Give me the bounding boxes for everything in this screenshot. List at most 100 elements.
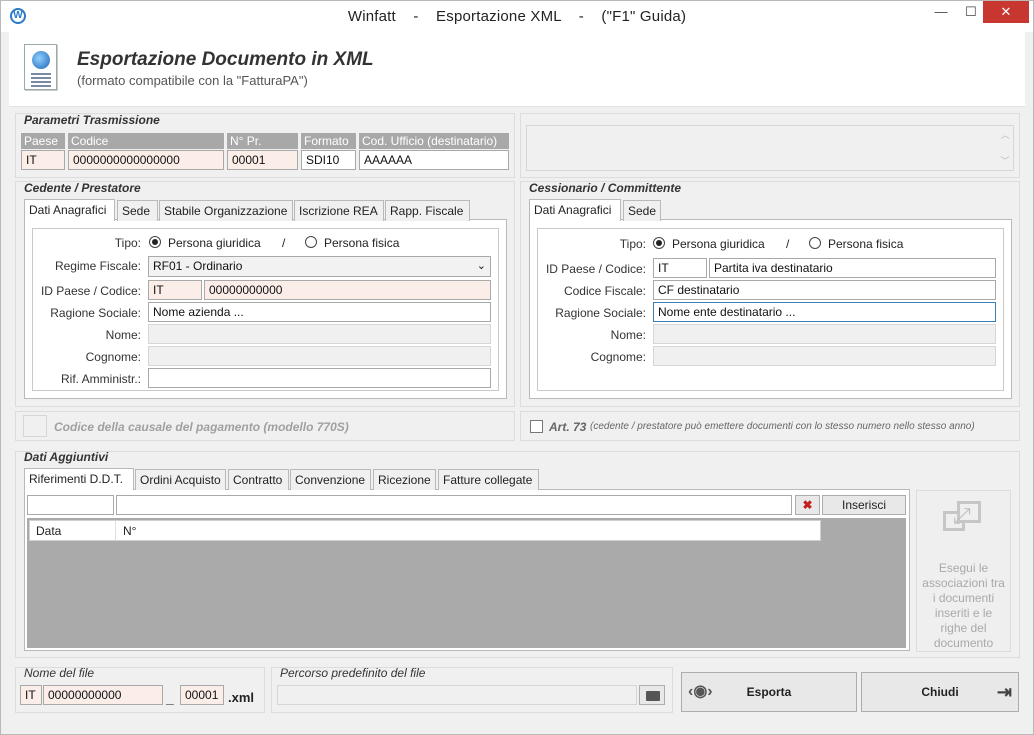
cessionario-fisica-radio[interactable] xyxy=(809,237,821,249)
tab-cessionario-dati-anagrafici[interactable]: Dati Anagrafici xyxy=(529,199,621,221)
cessionario-tipo-separator: / xyxy=(786,237,790,251)
file-extension: .xml xyxy=(228,690,255,705)
cessionario-cognome-field[interactable] xyxy=(653,346,996,366)
npr-field[interactable]: 00001 xyxy=(227,150,298,170)
ddt-numero-input[interactable] xyxy=(116,495,792,515)
esegui-associazioni-button[interactable]: ⤢ Esegui le associazioni tra i documenti… xyxy=(916,490,1011,652)
maximize-button[interactable]: ☐ xyxy=(956,1,986,23)
col-data: Data xyxy=(36,524,62,538)
close-button[interactable]: ✕ xyxy=(983,1,1029,23)
cessionario-id-paese-field[interactable]: IT xyxy=(653,258,707,278)
cedente-id-codice-field[interactable]: 00000000000 xyxy=(204,280,491,300)
tab-ricezione[interactable]: Ricezione xyxy=(373,469,436,490)
cessionario-nome-label: Nome: xyxy=(610,328,646,342)
cessionario-id-codice-field[interactable]: Partita iva destinatario xyxy=(709,258,996,278)
cedente-cognome-field[interactable] xyxy=(148,346,491,366)
cessionario-cognome-label: Cognome: xyxy=(590,350,646,364)
cedente-nome-field[interactable] xyxy=(148,324,491,344)
tab-convenzione[interactable]: Convenzione xyxy=(290,469,371,490)
file-codice-field[interactable]: 00000000000 xyxy=(43,685,163,705)
causale-label: Codice della causale del pagamento (mode… xyxy=(54,420,349,434)
cedente-cognome-label: Cognome: xyxy=(85,350,141,364)
page-title: Esportazione Documento in XML xyxy=(77,49,374,70)
file-progressivo-field[interactable]: 00001 xyxy=(180,685,224,705)
tab-ordini-acquisto[interactable]: Ordini Acquisto xyxy=(135,469,226,490)
tab-cedente-stabile-organizzazione[interactable]: Stabile Organizzazione xyxy=(159,200,293,221)
rif-amministr-field[interactable] xyxy=(148,368,491,388)
file-paese-field[interactable]: IT xyxy=(20,685,42,705)
ddt-grid-header xyxy=(29,520,821,541)
col-formato: Formato xyxy=(301,133,356,149)
aggiuntivi-section-title: Dati Aggiuntivi xyxy=(24,450,109,464)
esporta-button[interactable]: ‹◉› Esporta xyxy=(681,672,857,712)
exit-icon: ⇥ xyxy=(996,682,1012,702)
cessionario-giuridica-radio[interactable] xyxy=(653,237,665,249)
cessionario-nome-field[interactable] xyxy=(653,324,996,344)
codice-field[interactable]: 0000000000000000 xyxy=(68,150,224,170)
cedente-tipo-separator: / xyxy=(282,236,286,250)
regime-label: Regime Fiscale: xyxy=(54,259,141,273)
tab-cessionario-sede[interactable]: Sede xyxy=(623,200,661,221)
esporta-label: Esporta xyxy=(746,685,792,699)
formato-field[interactable]: SDI10 xyxy=(301,150,356,170)
cessionario-giuridica-label[interactable]: Persona giuridica xyxy=(672,237,765,251)
cedente-giuridica-radio[interactable] xyxy=(149,236,161,248)
cedente-ragione-label: Ragione Sociale: xyxy=(50,306,141,320)
cessionario-id-label: ID Paese / Codice: xyxy=(545,262,646,276)
ddt-data-input[interactable] xyxy=(27,495,114,515)
art73-label[interactable]: Art. 73 xyxy=(549,420,586,434)
file-separator: _ xyxy=(166,690,174,706)
tab-fatture-collegate[interactable]: Fatture collegate xyxy=(438,469,539,490)
ufficio-field[interactable]: AAAAAA xyxy=(359,150,509,170)
window-title: Winfatt - Esportazione XML - ("F1" Guida… xyxy=(347,8,687,25)
col-n: N° xyxy=(123,524,137,538)
tab-riferimenti-ddt[interactable]: Riferimenti D.D.T. xyxy=(24,468,134,490)
cedente-tipo-label: Tipo: xyxy=(114,236,141,250)
paese-field[interactable]: IT xyxy=(21,150,65,170)
scroll-up-icon[interactable]: ︿ xyxy=(1000,128,1010,141)
cessionario-ragione-field[interactable]: Nome ente destinatario ... xyxy=(653,302,996,322)
esegui-label: Esegui le associazioni tra i documenti i… xyxy=(922,561,1005,650)
minimize-button[interactable]: — xyxy=(926,1,956,23)
scroll-down-icon[interactable]: ﹀ xyxy=(1000,154,1010,167)
percorso-field[interactable] xyxy=(277,685,637,705)
causale-field[interactable] xyxy=(23,415,47,437)
chiudi-button[interactable]: Chiudi ⇥ xyxy=(861,672,1019,712)
tab-contratto[interactable]: Contratto xyxy=(228,469,289,490)
tab-cedente-iscrizione-rea[interactable]: Iscrizione REA xyxy=(294,200,384,221)
cessionario-section-title: Cessionario / Committente xyxy=(529,181,682,195)
cedente-id-label: ID Paese / Codice: xyxy=(40,284,141,298)
nome-file-section-title: Nome del file xyxy=(24,666,95,680)
chiudi-label: Chiudi xyxy=(921,685,959,699)
link-icon: ⤢ xyxy=(943,501,985,535)
art73-checkbox[interactable] xyxy=(530,420,543,433)
trasmissione-section-title: Parametri Trasmissione xyxy=(24,113,160,127)
cessionario-cf-field[interactable]: CF destinatario xyxy=(653,280,996,300)
page-subtitle: (formato compatibile con la "FatturaPA") xyxy=(77,73,308,88)
cessionario-fisica-label[interactable]: Persona fisica xyxy=(828,237,903,251)
tab-cedente-sede[interactable]: Sede xyxy=(117,200,158,221)
folder-icon[interactable] xyxy=(639,685,665,705)
rif-amministr-label: Rif. Amministr.: xyxy=(60,372,141,386)
cedente-nome-label: Nome: xyxy=(105,328,141,342)
cedente-section-title: Cedente / Prestatore xyxy=(24,181,141,195)
note-textarea[interactable]: ︿ ﹀ xyxy=(526,125,1014,171)
chevron-down-icon: ⌄ xyxy=(476,260,486,272)
cedente-fisica-radio[interactable] xyxy=(305,236,317,248)
delete-icon[interactable]: ✖ xyxy=(795,495,820,515)
inserisci-button[interactable]: Inserisci xyxy=(822,495,906,515)
cedente-ragione-field[interactable]: Nome azienda ... xyxy=(148,302,491,322)
col-npr: N° Pr. xyxy=(227,133,298,149)
tab-cedente-rapp-fiscale[interactable]: Rapp. Fiscale xyxy=(385,200,470,221)
cedente-fisica-label[interactable]: Persona fisica xyxy=(324,236,399,250)
cessionario-ragione-label: Ragione Sociale: xyxy=(555,306,646,320)
tab-cedente-dati-anagrafici[interactable]: Dati Anagrafici xyxy=(24,199,115,221)
col-ufficio: Cod. Ufficio (destinatario) xyxy=(359,133,509,149)
cessionario-tipo-label: Tipo: xyxy=(619,237,646,251)
cedente-id-paese-field[interactable]: IT xyxy=(148,280,202,300)
col-paese: Paese xyxy=(21,133,65,149)
main-window: W Winfatt - Esportazione XML - ("F1" Gui… xyxy=(0,0,1034,735)
cedente-giuridica-label[interactable]: Persona giuridica xyxy=(168,236,261,250)
grid-divider xyxy=(115,521,116,540)
regime-select[interactable]: RF01 - Ordinario ⌄ xyxy=(148,256,491,277)
